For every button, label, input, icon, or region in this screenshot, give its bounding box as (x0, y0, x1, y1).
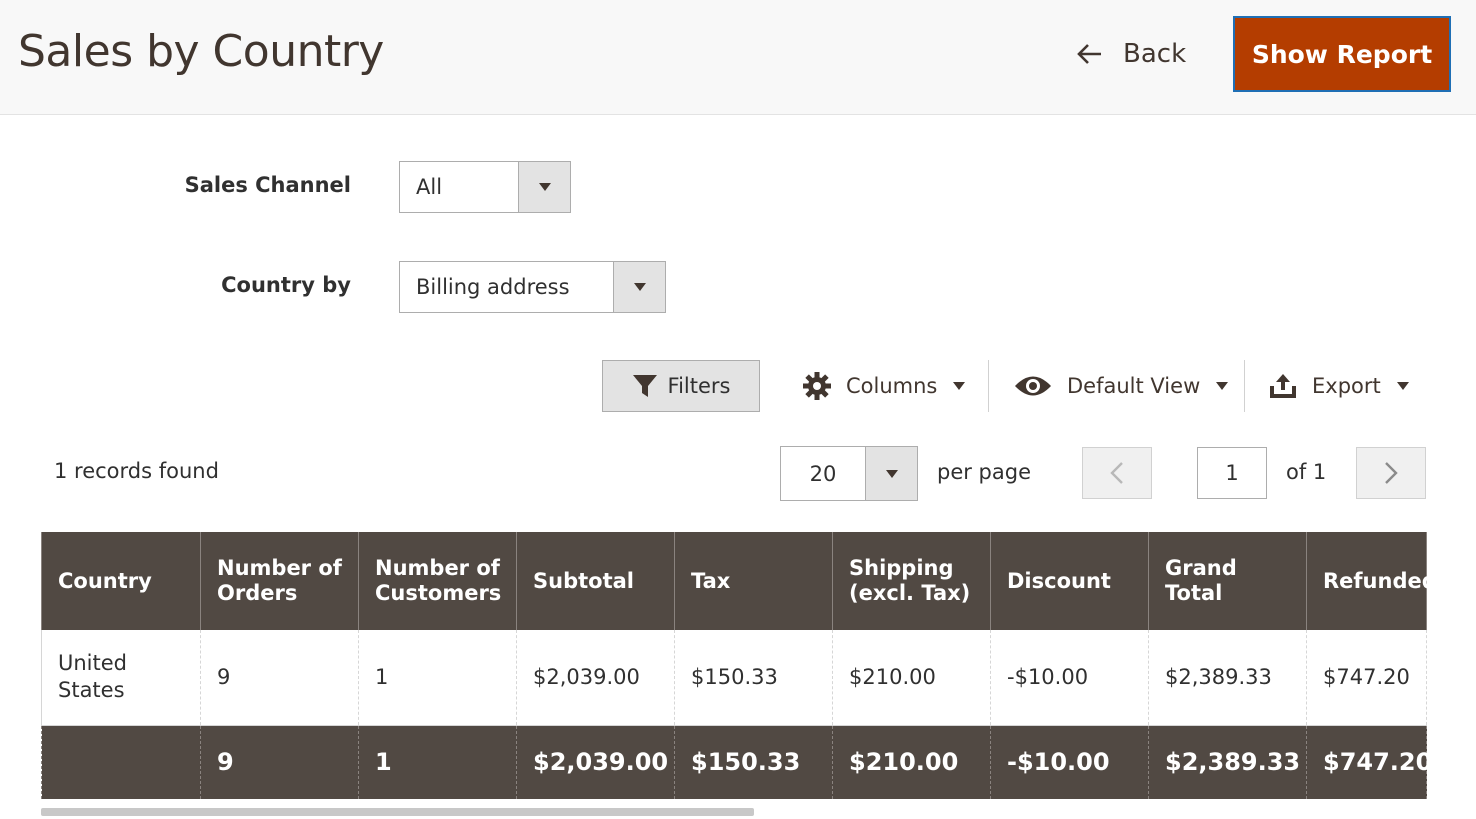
per-page-select[interactable]: 20 (780, 446, 918, 501)
records-found: 1 records found (54, 459, 219, 483)
chevron-down-icon (953, 382, 966, 390)
table-cell: $210.00 (832, 630, 991, 726)
chevron-down-icon (1396, 382, 1409, 390)
totals-cell (41, 725, 201, 799)
totals-row: 9 1 $2,039.00 $150.33 $210.00 -$10.00 $2… (41, 725, 1432, 799)
divider (1244, 360, 1245, 412)
column-header-country[interactable]: Country (41, 532, 201, 630)
columns-dropdown[interactable]: Columns (802, 366, 966, 406)
totals-cell: $2,039.00 (516, 725, 675, 799)
column-header-grand-total[interactable]: Grand Total (1148, 532, 1307, 630)
table-cell: $2,039.00 (516, 630, 675, 726)
table-cell: $747.20 (1306, 630, 1427, 726)
totals-cell: 9 (200, 725, 359, 799)
sales-channel-value: All (416, 175, 443, 199)
country-by-value: Billing address (416, 275, 570, 299)
column-header-refunded[interactable]: Refunded (1306, 532, 1437, 630)
next-page-button[interactable] (1356, 447, 1426, 499)
table-row: United States 9 1 $2,039.00 $150.33 $210… (41, 630, 1427, 726)
per-page-label: per page (937, 460, 1032, 484)
total-pages: of 1 (1286, 460, 1327, 484)
totals-cell: $2,389.33 (1148, 725, 1307, 799)
page-title: Sales by Country (18, 26, 384, 77)
totals-cell: $150.33 (674, 725, 833, 799)
sales-channel-select[interactable]: All (399, 161, 571, 213)
country-by-select[interactable]: Billing address (399, 261, 666, 313)
per-page-value: 20 (809, 461, 837, 486)
table-cell: 1 (358, 630, 517, 726)
column-header-discount[interactable]: Discount (990, 532, 1149, 630)
export-dropdown[interactable]: Export (1268, 366, 1409, 406)
table-cell: -$10.00 (990, 630, 1149, 726)
chevron-right-icon (1385, 462, 1398, 484)
columns-label: Columns (846, 374, 938, 398)
table-cell: $150.33 (674, 630, 833, 726)
filters-button[interactable]: Filters (602, 360, 760, 412)
view-dropdown[interactable]: Default View (1013, 366, 1229, 406)
chevron-down-icon (865, 447, 917, 500)
table-cell: 9 (200, 630, 359, 726)
back-button[interactable]: Back (1077, 34, 1186, 74)
totals-cell: $210.00 (832, 725, 991, 799)
page-header: Sales by Country Back Show Report (0, 0, 1476, 115)
divider (988, 360, 989, 412)
show-report-button[interactable]: Show Report (1233, 16, 1451, 92)
export-label: Export (1312, 374, 1381, 398)
upload-icon (1270, 374, 1296, 398)
chevron-down-icon (1216, 382, 1229, 390)
column-header-subtotal[interactable]: Subtotal (516, 532, 675, 630)
table-header-row: Country Number of Orders Number of Custo… (41, 532, 1437, 630)
back-button-label: Back (1123, 39, 1187, 69)
chevron-left-icon (1110, 462, 1123, 484)
totals-cell: 1 (358, 725, 517, 799)
column-header-orders[interactable]: Number of Orders (200, 532, 359, 630)
filters-label: Filters (667, 374, 731, 398)
totals-cell: -$10.00 (990, 725, 1149, 799)
sales-channel-label: Sales Channel (184, 173, 351, 197)
horizontal-scrollbar[interactable] (41, 808, 754, 816)
filter-icon (632, 375, 657, 397)
totals-cell: $747.20 (1306, 725, 1432, 799)
column-header-customers[interactable]: Number of Customers (358, 532, 517, 630)
view-label: Default View (1067, 374, 1201, 398)
page-number-input[interactable]: 1 (1197, 447, 1267, 499)
gear-icon (803, 372, 831, 400)
column-header-tax[interactable]: Tax (674, 532, 833, 630)
chevron-down-icon (518, 162, 570, 212)
previous-page-button[interactable] (1082, 447, 1152, 499)
table-cell: United States (41, 630, 201, 726)
column-header-shipping[interactable]: Shipping (excl. Tax) (832, 532, 991, 630)
chevron-down-icon (613, 262, 665, 312)
report-table: Country Number of Orders Number of Custo… (41, 532, 1437, 799)
table-cell: $2,389.33 (1148, 630, 1307, 726)
country-by-label: Country by (221, 273, 351, 297)
eye-icon (1015, 376, 1051, 396)
arrow-left-icon (1077, 44, 1101, 64)
